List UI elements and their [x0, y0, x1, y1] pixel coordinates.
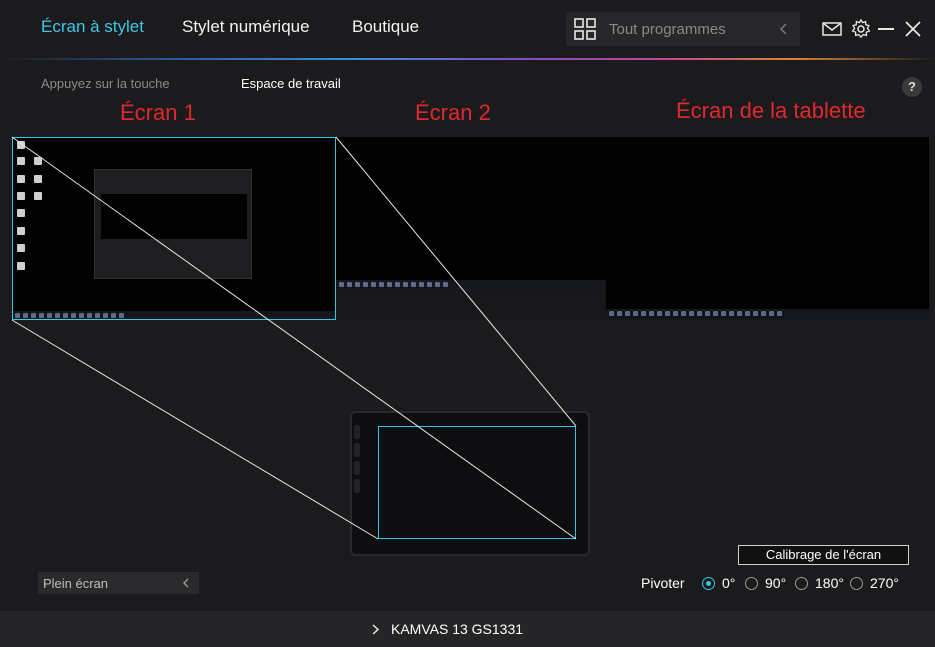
mapping-mode-dropdown[interactable]: Plein écran — [38, 572, 199, 594]
subtab-workspace[interactable]: Espace de travail — [241, 76, 341, 91]
chevron-left-icon — [183, 578, 189, 588]
accent-divider — [0, 58, 935, 60]
help-icon[interactable]: ? — [902, 77, 922, 97]
screen-2-preview[interactable] — [336, 137, 606, 320]
mapping-mode-value: Plein écran — [43, 576, 109, 591]
rotate-0-label: 0° — [722, 575, 736, 591]
desktop-icon — [17, 209, 25, 217]
tablet-express-key — [354, 425, 360, 439]
desktop-icon — [17, 262, 25, 270]
rotate-270-label: 270° — [870, 575, 899, 591]
chevron-left-icon[interactable] — [778, 21, 790, 37]
desktop-icon — [17, 157, 25, 165]
thumbnail-screens — [101, 194, 247, 239]
chevron-right-icon — [372, 624, 380, 635]
rotate-180-radio[interactable] — [795, 577, 808, 590]
tablet-express-key — [354, 443, 360, 457]
mail-icon[interactable] — [821, 18, 843, 40]
desktop-icon — [34, 192, 42, 200]
subtab-press-key[interactable]: Appuyez sur la touche — [41, 76, 170, 91]
rotate-90-label: 90° — [765, 575, 787, 591]
program-selector[interactable]: Tout programmes — [566, 12, 800, 46]
desktop-icon — [17, 192, 25, 200]
rotate-label: Pivoter — [641, 575, 685, 591]
minimize-icon[interactable] — [875, 18, 897, 40]
tablet-screen-label: Écran de la tablette — [676, 98, 866, 123]
screen-2-lower-area — [336, 289, 606, 320]
screen-2-label: Écran 2 — [415, 100, 491, 125]
screen-1-preview[interactable] — [12, 137, 336, 320]
program-selector-value: Tout programmes — [609, 21, 726, 38]
desktop-icon — [17, 175, 25, 183]
apps-grid-icon — [574, 18, 596, 40]
tablet-screen-preview[interactable] — [606, 137, 929, 320]
close-icon[interactable] — [902, 18, 924, 40]
app-window-thumbnail — [94, 169, 252, 279]
desktop-icon — [34, 157, 42, 165]
tab-digital-pen[interactable]: Stylet numérique — [182, 17, 310, 37]
rotate-90-radio[interactable] — [745, 577, 758, 590]
gear-icon[interactable] — [850, 18, 872, 40]
tablet-active-area[interactable] — [378, 426, 576, 539]
top-bar: Écran à stylet Stylet numérique Boutique… — [0, 0, 935, 58]
screen-2-taskbar — [336, 280, 606, 289]
desktop-icon — [34, 175, 42, 183]
screen-1-taskbar — [12, 311, 336, 320]
calibrate-screen-button[interactable]: Calibrage de l'écran — [738, 545, 909, 565]
desktop-icon — [17, 141, 25, 149]
rotate-0-radio[interactable] — [702, 577, 715, 590]
desktop-icon — [17, 227, 25, 235]
desktop-icon — [17, 244, 25, 252]
rotate-270-radio[interactable] — [850, 577, 863, 590]
tablet-screen-taskbar — [606, 309, 929, 320]
device-name: KAMVAS 13 GS1331 — [391, 621, 524, 637]
screen-1-label: Écran 1 — [120, 100, 196, 125]
tab-store[interactable]: Boutique — [352, 17, 419, 37]
rotate-180-label: 180° — [815, 575, 844, 591]
tab-pen-display[interactable]: Écran à stylet — [41, 17, 144, 37]
device-footer[interactable]: KAMVAS 13 GS1331 — [0, 611, 935, 647]
tablet-express-key — [354, 479, 360, 493]
tablet-express-key — [354, 461, 360, 475]
